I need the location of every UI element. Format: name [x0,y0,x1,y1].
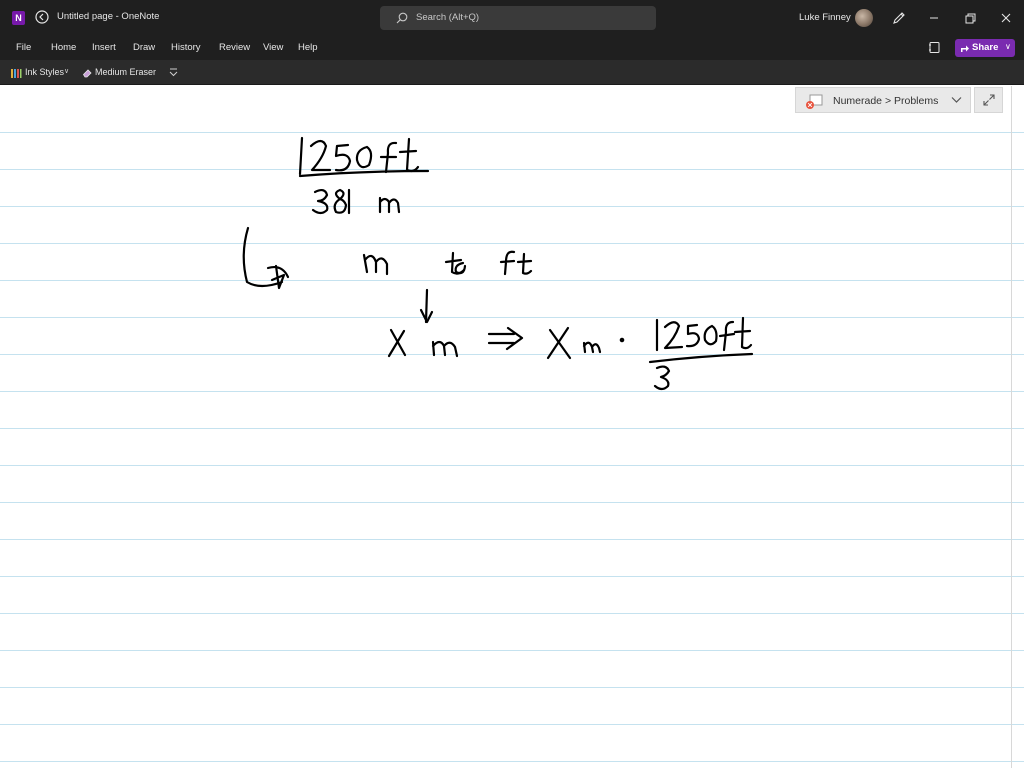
menu-bar: File Home Insert Draw History Review Vie… [0,36,1024,60]
search-box[interactable]: Search (Alt+Q) [380,6,656,30]
eraser-label[interactable]: Medium Eraser [95,67,156,77]
user-name[interactable]: Luke Finney [799,12,851,23]
onenote-icon: N [12,11,25,25]
share-label: Share [972,42,999,53]
breadcrumb[interactable]: Numerade > Problems [795,87,971,113]
close-icon[interactable] [998,10,1014,26]
chevron-down-icon: ∨ [1005,42,1011,51]
menu-history[interactable]: History [171,42,201,53]
chevron-down-icon[interactable] [951,96,962,104]
draw-toolbar: Ink Styles ∨ Medium Eraser [0,60,1024,85]
menu-insert[interactable]: Insert [92,42,116,53]
restore-icon[interactable] [962,10,978,26]
expand-button[interactable] [974,87,1003,113]
canvas-edge [1011,86,1012,768]
menu-file[interactable]: File [16,42,31,53]
back-icon[interactable] [35,10,49,24]
menu-view[interactable]: View [263,42,283,53]
expand-icon [983,94,995,106]
search-placeholder: Search (Alt+Q) [416,12,480,23]
overflow-icon[interactable] [169,67,178,78]
share-icon [961,45,969,52]
menu-review[interactable]: Review [219,42,250,53]
menu-home[interactable]: Home [51,42,76,53]
pen-icon[interactable] [892,11,906,25]
avatar[interactable] [855,9,873,27]
menu-draw[interactable]: Draw [133,42,155,53]
document-title: Untitled page - OneNote [57,11,160,22]
title-bar: N Untitled page - OneNote Search (Alt+Q)… [0,0,1024,36]
menu-help[interactable]: Help [298,42,318,53]
breadcrumb-text: Numerade > Problems [833,95,939,107]
note-canvas[interactable] [0,86,1024,768]
notebook-icon[interactable] [928,41,940,54]
page-status-icon [806,94,823,109]
ink-styles-icon[interactable] [10,67,22,79]
share-button[interactable]: Share ∨ [955,39,1015,57]
minimize-icon[interactable] [926,10,942,26]
ink-styles-label[interactable]: Ink Styles [25,67,64,77]
search-icon [396,12,408,24]
chevron-down-icon[interactable]: ∨ [64,67,69,75]
eraser-icon[interactable] [82,67,93,78]
